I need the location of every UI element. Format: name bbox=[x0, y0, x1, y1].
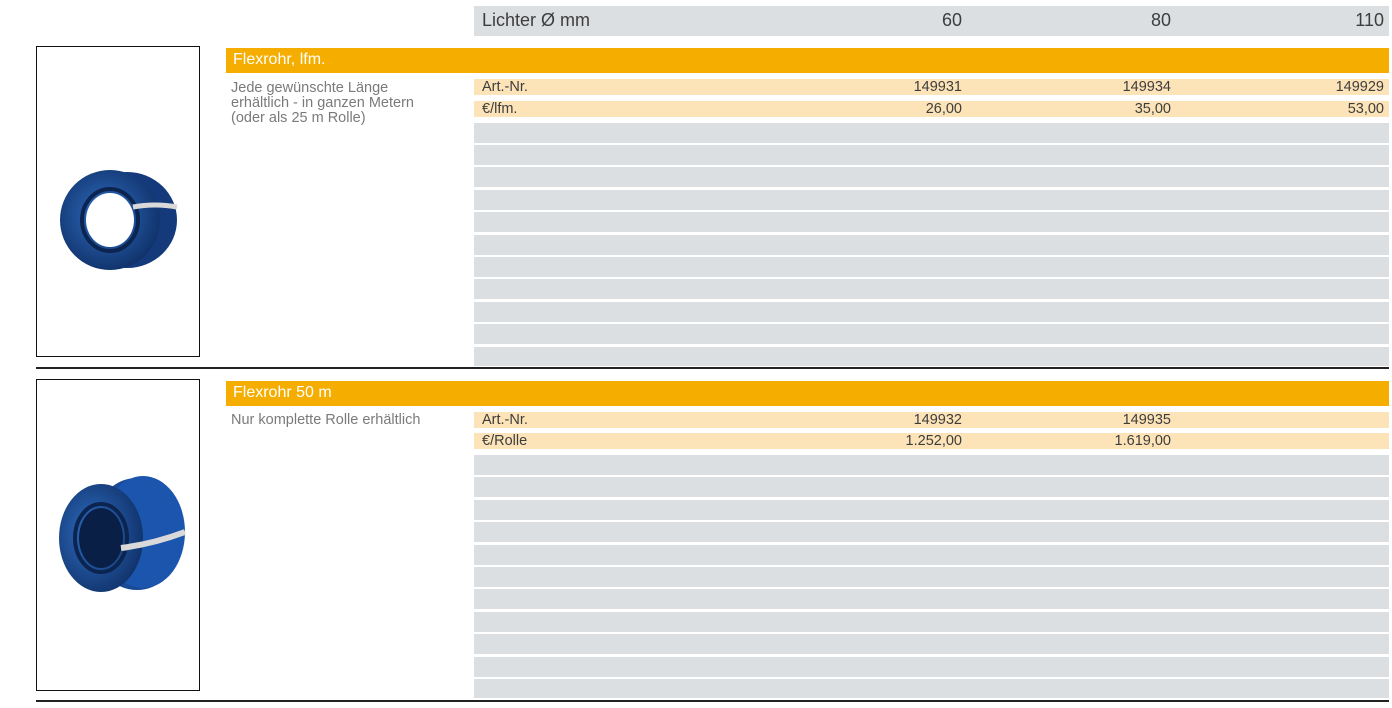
cell-value: 149929 bbox=[1335, 79, 1384, 95]
cell-value: 149935 bbox=[1122, 412, 1171, 428]
table-row-price: €/lfm. 26,00 35,00 53,00 bbox=[474, 101, 1389, 117]
diameter-col-80: 80 bbox=[1150, 10, 1171, 30]
cell-value: 149932 bbox=[913, 412, 962, 428]
empty-band bbox=[474, 589, 1389, 609]
flexible-pipe-roll-image bbox=[53, 470, 189, 600]
empty-band bbox=[474, 657, 1389, 677]
diameter-col-60: 60 bbox=[941, 10, 962, 30]
row-label: €/Rolle bbox=[482, 433, 528, 449]
row-label: Art.-Nr. bbox=[482, 79, 528, 95]
product-image-frame bbox=[36, 379, 200, 691]
cell-value: 149931 bbox=[913, 79, 962, 95]
description-line: Jede gewünschte Länge bbox=[231, 80, 389, 96]
empty-band bbox=[474, 455, 1389, 475]
description-line: (oder als 25 m Rolle) bbox=[231, 110, 366, 126]
description-line: Nur komplette Rolle erhältlich bbox=[231, 412, 421, 428]
table-row-price: €/Rolle 1.252,00 1.619,00 bbox=[474, 433, 1389, 449]
section-title-bar: Flexrohr 50 m bbox=[226, 381, 1389, 406]
section-divider bbox=[36, 700, 1389, 702]
section-description: Jede gewünschte Länge erhältlich - in ga… bbox=[231, 81, 414, 126]
empty-band bbox=[474, 477, 1389, 497]
empty-band bbox=[474, 167, 1389, 187]
product-image-frame bbox=[36, 46, 200, 357]
empty-band bbox=[474, 190, 1389, 210]
description-line: erhältlich - in ganzen Metern bbox=[231, 95, 414, 111]
row-label: Art.-Nr. bbox=[482, 412, 528, 428]
empty-band bbox=[474, 567, 1389, 587]
empty-band bbox=[474, 257, 1389, 277]
empty-band bbox=[474, 324, 1389, 344]
diameter-header: Lichter Ø mm 60 80 110 bbox=[474, 6, 1389, 36]
table-row-article-number: Art.-Nr. 149931 149934 149929 bbox=[474, 79, 1389, 95]
diameter-col-110: 110 bbox=[1355, 10, 1384, 30]
section-title-bar: Flexrohr, lfm. bbox=[226, 48, 1389, 73]
empty-band bbox=[474, 235, 1389, 255]
cell-value: 53,00 bbox=[1347, 101, 1384, 117]
cell-value: 26,00 bbox=[925, 101, 962, 117]
empty-band bbox=[474, 279, 1389, 299]
table-row-article-number: Art.-Nr. 149932 149935 bbox=[474, 412, 1389, 428]
cell-value: 35,00 bbox=[1134, 101, 1171, 117]
empty-band bbox=[474, 545, 1389, 565]
empty-band bbox=[474, 347, 1389, 366]
cell-value: 149934 bbox=[1122, 79, 1171, 95]
flexible-pipe-coil-image bbox=[55, 165, 181, 275]
empty-band bbox=[474, 302, 1389, 322]
empty-band bbox=[474, 634, 1389, 654]
empty-band bbox=[474, 612, 1389, 632]
cell-value: 1.252,00 bbox=[905, 433, 962, 449]
diameter-header-label: Lichter Ø mm bbox=[482, 10, 591, 30]
empty-band bbox=[474, 123, 1389, 143]
section-title: Flexrohr 50 m bbox=[233, 384, 332, 401]
section-description: Nur komplette Rolle erhältlich bbox=[231, 413, 420, 428]
empty-band bbox=[474, 145, 1389, 165]
cell-value: 1.619,00 bbox=[1114, 433, 1171, 449]
section-divider bbox=[36, 367, 1389, 369]
empty-band bbox=[474, 522, 1389, 542]
row-label: €/lfm. bbox=[482, 101, 518, 117]
section-title: Flexrohr, lfm. bbox=[233, 51, 326, 68]
empty-band bbox=[474, 212, 1389, 232]
empty-band bbox=[474, 679, 1389, 698]
empty-band bbox=[474, 500, 1389, 520]
